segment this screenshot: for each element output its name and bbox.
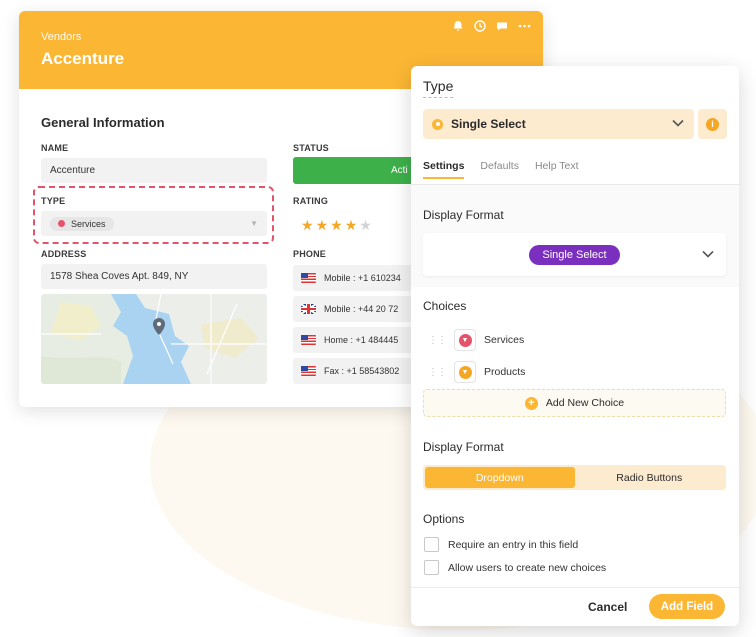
add-choice-button[interactable]: + Add New Choice xyxy=(423,389,726,417)
drag-handle-icon[interactable]: ⋮⋮ xyxy=(428,335,447,346)
field-type-select[interactable]: Single Select xyxy=(423,109,694,139)
display-format-pill: Single Select xyxy=(529,244,620,265)
star-filled-icon[interactable]: ★ xyxy=(345,217,358,234)
choice-label: Services xyxy=(484,334,525,346)
phone-text: Mobile : +1 610234 xyxy=(324,273,401,283)
option-label: Require an entry in this field xyxy=(448,538,579,551)
address-field[interactable]: 1578 Shea Coves Apt. 849, NY xyxy=(41,264,267,289)
chevron-down-icon xyxy=(702,247,714,261)
format-option-dropdown[interactable]: Dropdown xyxy=(425,467,575,488)
choice-item[interactable]: ⋮⋮ ▼ Services xyxy=(428,329,524,351)
checkbox[interactable] xyxy=(424,560,439,575)
info-icon: i xyxy=(706,117,719,131)
field-name-input[interactable]: Type xyxy=(423,78,454,98)
tab-defaults[interactable]: Defaults xyxy=(480,160,519,179)
options-label: Options xyxy=(423,512,465,526)
address-map[interactable] xyxy=(41,294,267,384)
bell-icon[interactable] xyxy=(451,19,465,33)
rating-label: RATING xyxy=(293,196,329,206)
chevron-down-icon: ▼ xyxy=(250,219,258,228)
tab-settings[interactable]: Settings xyxy=(423,160,465,179)
settings-tabs: Settings Defaults Help Text xyxy=(423,160,579,179)
chat-icon[interactable] xyxy=(495,19,509,33)
choices-label: Choices xyxy=(423,299,467,313)
phone-text: Home : +1 484445 xyxy=(324,335,399,345)
uk-flag-icon xyxy=(301,304,316,314)
type-label: TYPE xyxy=(41,196,66,206)
format-option-radio[interactable]: Radio Buttons xyxy=(575,467,725,488)
us-flag-icon xyxy=(301,335,316,345)
star-empty-icon[interactable]: ★ xyxy=(359,217,372,234)
type-chip: Services xyxy=(50,216,114,231)
display-format-label: Display Format xyxy=(423,208,504,222)
rating-stars[interactable]: ★ ★ ★ ★ ★ xyxy=(301,217,372,234)
us-flag-icon xyxy=(301,366,316,376)
checkbox[interactable] xyxy=(424,537,439,552)
cancel-button[interactable]: Cancel xyxy=(588,600,627,614)
star-filled-icon[interactable]: ★ xyxy=(330,217,343,234)
option-label: Allow users to create new choices xyxy=(448,561,607,574)
chevron-down-icon xyxy=(672,116,684,130)
phone-label: PHONE xyxy=(293,249,327,259)
header-icons xyxy=(451,19,531,33)
name-field[interactable]: Accenture xyxy=(41,158,267,183)
single-select-icon xyxy=(432,118,443,130)
choice-color-picker[interactable]: ▼ xyxy=(454,329,476,351)
clock-icon[interactable] xyxy=(473,19,487,33)
address-label: ADDRESS xyxy=(41,249,87,259)
format-segmented-control: Dropdown Radio Buttons xyxy=(423,465,726,490)
choice-label: Products xyxy=(484,366,526,378)
option-allow-new-choices[interactable]: Allow users to create new choices xyxy=(424,560,606,575)
field-type-label: Single Select xyxy=(451,117,526,131)
type-select[interactable]: Services ▼ xyxy=(41,211,267,236)
plus-icon: + xyxy=(524,396,538,410)
star-filled-icon[interactable]: ★ xyxy=(301,217,314,234)
us-flag-icon xyxy=(301,273,316,283)
choice-item[interactable]: ⋮⋮ ▼ Products xyxy=(428,361,525,383)
phone-text: Fax : +1 58543802 xyxy=(324,366,400,376)
display-format-2-label: Display Format xyxy=(423,440,504,454)
more-icon[interactable] xyxy=(517,19,531,33)
type-chip-label: Services xyxy=(71,218,106,229)
option-require-entry[interactable]: Require an entry in this field xyxy=(424,537,578,552)
vendor-breadcrumb[interactable]: Vendors xyxy=(41,31,521,43)
services-dot-icon xyxy=(58,220,65,227)
info-button[interactable]: i xyxy=(698,109,727,139)
drag-handle-icon[interactable]: ⋮⋮ xyxy=(428,367,447,378)
phone-text: Mobile : +44 20 72 xyxy=(324,304,399,314)
field-settings-panel: Type Single Select i Settings Defaults H… xyxy=(411,66,739,626)
add-choice-label: Add New Choice xyxy=(545,397,625,409)
footer-divider xyxy=(411,587,739,588)
name-label: NAME xyxy=(41,143,69,153)
add-field-button[interactable]: Add Field xyxy=(649,594,725,619)
tab-help-text[interactable]: Help Text xyxy=(535,160,579,179)
display-format-select[interactable]: Single Select xyxy=(423,233,726,276)
chevron-down-icon: ▼ xyxy=(458,333,472,347)
star-filled-icon[interactable]: ★ xyxy=(316,217,329,234)
choice-color-picker[interactable]: ▼ xyxy=(454,361,476,383)
chevron-down-icon: ▼ xyxy=(458,365,472,379)
stage: Vendors Accenture General Information NA… xyxy=(0,0,756,637)
status-label: STATUS xyxy=(293,143,329,153)
